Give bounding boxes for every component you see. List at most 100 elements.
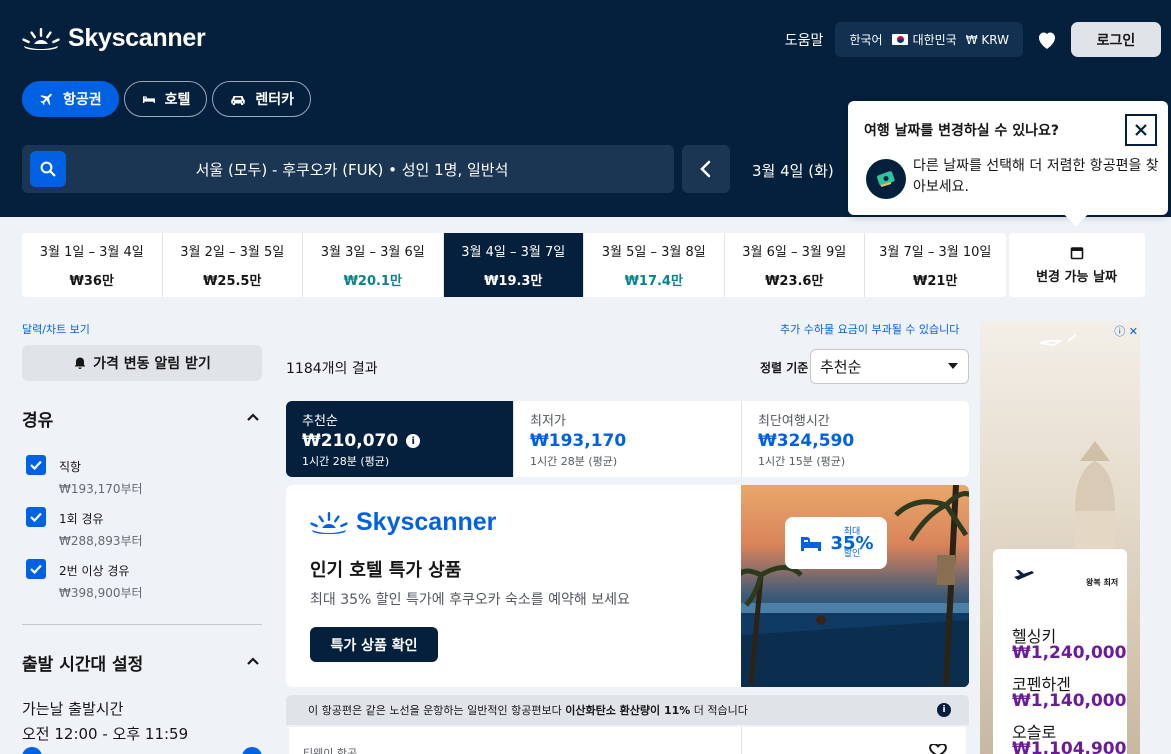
date-option[interactable]: 3월 3일 – 3월 6일 ₩20.1만 xyxy=(303,233,444,297)
logo-text: Skyscanner xyxy=(356,508,497,536)
date-option[interactable]: 3월 1일 – 3월 4일 ₩36만 xyxy=(22,233,163,297)
flexible-dates-button[interactable]: 변경 가능 날짜 xyxy=(1008,233,1145,297)
login-button[interactable]: 로그인 xyxy=(1071,22,1161,57)
tab-hotels[interactable]: 호텔 xyxy=(123,81,208,117)
help-link[interactable]: 도움말 xyxy=(785,30,824,50)
sort-label: 정렬 기준 xyxy=(760,361,809,375)
chevron-up-icon[interactable] xyxy=(246,654,260,668)
previous-date-button[interactable] xyxy=(682,145,730,193)
airline-logo-icon xyxy=(1014,570,1034,580)
results-count: 1184개의 결과 xyxy=(286,361,378,377)
search-summary-text: 서울 (모두) - 후쿠오카 (FUK) • 성인 1명, 일반석 xyxy=(195,160,509,179)
ad-price-card[interactable]: 왕복 최저 헬싱키 ₩1,240,000 코펜하겐 ₩1,140,000 오슬로… xyxy=(993,549,1127,754)
chevron-up-icon[interactable] xyxy=(246,410,260,424)
co2-note-bold: 이산화탄소 환산량이 11% xyxy=(565,704,691,717)
skyscanner-logo[interactable]: Skyscanner xyxy=(22,24,206,53)
time-slider-end-handle[interactable] xyxy=(242,747,262,754)
ad-price: ₩1,140,000 xyxy=(1012,691,1127,711)
divider xyxy=(741,727,742,754)
tab-label: 호텔 xyxy=(164,92,191,108)
date-option[interactable]: 3월 5일 – 3월 8일 ₩17.4만 xyxy=(584,233,725,297)
outbound-time-label: 가는날 출발시간 xyxy=(22,700,124,718)
stop-label: 1회 경유 xyxy=(59,512,104,526)
date-range: 3월 2일 – 3월 5일 xyxy=(180,245,285,260)
co2-note-prefix: 이 항공편은 같은 노선을 운항하는 일반적인 항공편보다 xyxy=(308,704,566,717)
calendar-chart-link[interactable]: 달력/차트 보기 xyxy=(22,321,90,337)
sort-tab-fastest[interactable]: 최단여행시간 ₩324,590 1시간 15분 (평균) xyxy=(742,401,969,477)
date-price-strip: 3월 1일 – 3월 4일 ₩36만 3월 2일 – 3월 5일 ₩25.5만 … xyxy=(22,233,1146,297)
price-alert-label: 가격 변동 알림 받기 xyxy=(93,356,211,372)
bed-icon xyxy=(142,96,155,103)
calendar-icon xyxy=(1070,246,1083,259)
promo-subtitle: 최대 35% 할인 특가에 후쿠오카 숙소를 예약해 보세요 xyxy=(310,592,630,608)
ad-price: ₩1,104,900 xyxy=(1012,739,1127,754)
country-label: 대한민국 xyxy=(912,33,957,47)
departure-date[interactable]: 3월 4일 (화) xyxy=(752,160,834,181)
language-label: 한국어 xyxy=(849,33,883,47)
sort-tab-best[interactable]: 추천순 ₩210,070 i 1시간 28분 (평균) xyxy=(286,401,514,477)
pool-image: 최대 35% 할인 xyxy=(741,485,969,687)
date-option[interactable]: 3월 2일 – 3월 5일 ₩25.5만 xyxy=(162,233,303,297)
car-icon xyxy=(231,96,246,105)
ad-choices-icon[interactable]: ⓘ ✕ xyxy=(1114,323,1138,339)
price-alert-button[interactable]: 가격 변동 알림 받기 xyxy=(22,345,262,381)
sort-tab-duration: 1시간 28분 (평균) xyxy=(302,455,390,468)
product-tabs: 항공권 호텔 렌터카 xyxy=(22,81,312,117)
checkbox-one-stop[interactable] xyxy=(26,507,46,527)
tab-label: 렌터카 xyxy=(255,92,295,108)
date-price: ₩21만 xyxy=(913,274,958,289)
co2-note-suffix: 더 적습니다 xyxy=(690,704,748,717)
promo-button[interactable]: 특가 상품 확인 xyxy=(310,627,438,662)
co2-note: 이 항공편은 같은 노선을 운항하는 일반적인 항공편보다 이산화탄소 환산량이… xyxy=(286,695,969,725)
heart-outline-icon[interactable] xyxy=(927,744,949,754)
search-summary-bar[interactable]: 서울 (모두) - 후쿠오카 (FUK) • 성인 1명, 일반석 xyxy=(22,145,674,193)
badge-value: 35% xyxy=(830,532,874,554)
close-icon xyxy=(1135,124,1147,136)
stop-price: ₩398,900부터 xyxy=(59,586,143,600)
departure-time-title: 출발 시간대 설정 xyxy=(22,655,144,675)
date-option[interactable]: 3월 6일 – 3월 9일 ₩23.6만 xyxy=(724,233,865,297)
sort-tab-cheapest[interactable]: 최저가 ₩193,170 1시간 28분 (평균) xyxy=(514,401,742,477)
sunrise-icon xyxy=(22,27,60,50)
info-icon[interactable]: i xyxy=(406,434,421,448)
stop-label: 직항 xyxy=(59,460,82,474)
sort-tab-price: ₩210,070 xyxy=(302,431,399,451)
date-option[interactable]: 3월 7일 – 3월 10일 ₩21만 xyxy=(865,233,1006,297)
divider xyxy=(22,624,262,625)
promo-title: 인기 호텔 특가 상품 xyxy=(310,560,462,581)
check-icon xyxy=(30,512,42,522)
date-option-selected[interactable]: 3월 4일 – 3월 7일 ₩19.3만 xyxy=(443,233,584,297)
sort-select[interactable]: 추천순 xyxy=(810,349,969,384)
tab-car-hire[interactable]: 렌터카 xyxy=(212,81,312,117)
date-range: 3월 7일 – 3월 10일 xyxy=(879,245,992,260)
tab-flights[interactable]: 항공권 xyxy=(22,81,119,117)
checkbox-direct[interactable] xyxy=(26,455,46,475)
sort-tab-price: ₩324,590 xyxy=(758,431,855,451)
side-banner-ad[interactable]: ⓘ ✕ 왕복 최저 헬싱키 ₩1,240,000 코펜하겐 ₩1,140,000… xyxy=(980,321,1140,754)
date-change-popup: 여행 날짜를 변경하실 수 있나요? 다른 날짜를 선택해 더 저렴한 항공편을… xyxy=(848,101,1168,215)
search-button[interactable] xyxy=(30,151,66,187)
sort-tab-duration: 1시간 15분 (평균) xyxy=(758,455,846,468)
time-slider-start-handle[interactable] xyxy=(22,747,42,754)
stops-filter-title: 경유 xyxy=(22,411,54,431)
locale-button[interactable]: 한국어 대한민국 ₩ KRW xyxy=(835,22,1023,57)
sunrise-icon xyxy=(310,511,348,534)
hotel-promo-card: Skyscanner 인기 호텔 특가 상품 최대 35% 할인 특가에 후쿠오… xyxy=(286,485,969,687)
search-icon xyxy=(40,161,56,177)
popup-close-button[interactable] xyxy=(1125,114,1157,146)
heart-icon[interactable] xyxy=(1035,28,1059,52)
date-range: 3월 4일 – 3월 7일 xyxy=(461,245,566,260)
flight-result-card[interactable]: 티웨이 항공 xyxy=(289,727,966,754)
date-price: ₩20.1만 xyxy=(343,274,402,289)
tab-label: 항공권 xyxy=(63,92,102,108)
info-icon[interactable]: i xyxy=(937,703,951,717)
check-icon xyxy=(30,460,42,470)
top-links: 도움말 한국어 대한민국 ₩ KRW 로그인 xyxy=(785,22,1161,57)
sort-tabs: 추천순 ₩210,070 i 1시간 28분 (평균) 최저가 ₩193,170 … xyxy=(286,401,969,477)
baggage-fees-note[interactable]: 추가 수하물 요금이 부과될 수 있습니다 xyxy=(780,321,959,337)
airline-name: 티웨이 항공 xyxy=(303,747,358,754)
checkbox-two-plus-stops[interactable] xyxy=(26,559,46,579)
date-range: 3월 5일 – 3월 8일 xyxy=(601,245,706,260)
sort-tab-price: ₩193,170 xyxy=(530,431,627,451)
sort-tab-title: 최저가 xyxy=(530,414,566,429)
